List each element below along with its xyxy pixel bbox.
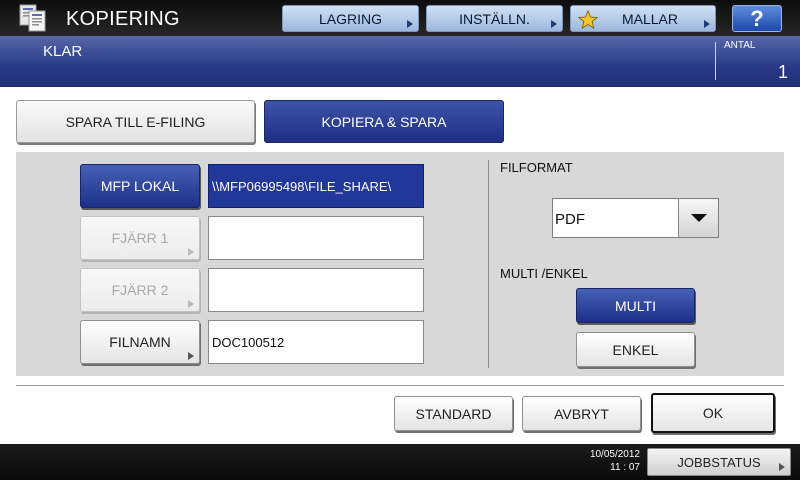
filnamn-button[interactable]: FILNAMN: [80, 320, 200, 364]
file-format-select[interactable]: PDF: [552, 198, 719, 238]
arrow-right-icon: [188, 300, 194, 308]
installn-button-label: INSTÄLLN.: [459, 10, 530, 27]
tab-kopiera-spara[interactable]: KOPIERA & SPARA: [264, 100, 504, 143]
multi-single-label: MULTI /ENKEL: [500, 266, 588, 281]
multi-button[interactable]: MULTI: [576, 288, 695, 323]
date-text: 10/05/2012: [589, 449, 640, 460]
arrow-right-icon: [188, 352, 194, 360]
enkel-button[interactable]: ENKEL: [576, 332, 695, 367]
file-format-value: PDF: [555, 211, 585, 228]
fjarr1-button[interactable]: FJÄRR 1: [80, 216, 200, 260]
tab-kopiera-spara-label: KOPIERA & SPARA: [321, 113, 447, 130]
time-text: 11 : 07: [610, 462, 640, 473]
copy-document-icon: [19, 4, 46, 32]
filename-text: DOC100512: [212, 334, 285, 350]
ok-button-label: OK: [702, 405, 724, 421]
star-icon: [578, 10, 598, 29]
help-icon: ?: [750, 5, 764, 31]
mallar-button[interactable]: MALLAR: [570, 5, 716, 32]
mfp-lokal-button[interactable]: MFP LOKAL: [80, 164, 200, 208]
date-time: 10/05/2012 11 : 07: [590, 448, 640, 474]
filnamn-button-label: FILNAMN: [109, 334, 171, 350]
jobbstatus-button-label: JOBBSTATUS: [677, 454, 761, 470]
bottom-bar: 10/05/2012 11 : 07 JOBBSTATUS: [0, 444, 800, 480]
arrow-right-icon: [704, 20, 710, 28]
copy-count-label: ANTAL: [724, 40, 756, 51]
standard-button-label: STANDARD: [415, 405, 492, 422]
fjarr2-button-label: FJÄRR 2: [111, 282, 169, 298]
tab-spara-till-efiling-label: SPARA TILL E-FILING: [65, 113, 206, 130]
panel-divider: [488, 160, 489, 368]
fjarr2-button[interactable]: FJÄRR 2: [80, 268, 200, 312]
action-separator: [16, 385, 784, 386]
avbryt-button-label: AVBRYT: [554, 405, 609, 422]
fjarr1-path-field[interactable]: [208, 216, 424, 260]
file-format-label: FILFORMAT: [500, 160, 573, 175]
enkel-button-label: ENKEL: [612, 341, 659, 358]
copy-count-value: 1: [777, 62, 788, 82]
standard-button[interactable]: STANDARD: [394, 396, 513, 431]
mfp-lokal-button-label: MFP LOKAL: [100, 178, 180, 194]
status-message: KLAR: [43, 43, 83, 60]
app-title: KOPIERING: [66, 8, 180, 30]
ok-button[interactable]: OK: [651, 393, 775, 433]
tab-spara-till-efiling[interactable]: SPARA TILL E-FILING: [16, 100, 255, 143]
mfp-lokal-path-text: \\MFP06995498\FILE_SHARE\: [212, 178, 392, 194]
arrow-right-icon: [188, 248, 194, 256]
lagring-button[interactable]: LAGRING: [282, 5, 419, 32]
avbryt-button[interactable]: AVBRYT: [522, 396, 641, 431]
chevron-down-icon: [690, 214, 707, 222]
arrow-right-icon: [407, 20, 413, 28]
lagring-button-label: LAGRING: [318, 10, 382, 27]
status-bar: KLAR ANTAL 1: [0, 36, 800, 87]
installn-button[interactable]: INSTÄLLN.: [426, 5, 563, 32]
mfp-lokal-path-field[interactable]: \\MFP06995498\FILE_SHARE\: [208, 164, 424, 208]
fjarr2-path-field[interactable]: [208, 268, 424, 312]
filename-field[interactable]: DOC100512: [208, 320, 424, 364]
mallar-button-label: MALLAR: [621, 10, 679, 27]
arrow-right-icon: [551, 20, 557, 28]
jobbstatus-button[interactable]: JOBBSTATUS: [647, 448, 791, 476]
help-button[interactable]: ?: [732, 5, 782, 32]
dropdown-arrow-button[interactable]: [678, 199, 718, 237]
fjarr1-button-label: FJÄRR 1: [111, 230, 169, 246]
arrow-right-icon: [779, 463, 785, 471]
top-header-bar: KOPIERING LAGRING INSTÄLLN. MALLAR ?: [0, 0, 800, 36]
status-divider: [715, 42, 716, 80]
multi-button-label: MULTI: [615, 297, 656, 314]
